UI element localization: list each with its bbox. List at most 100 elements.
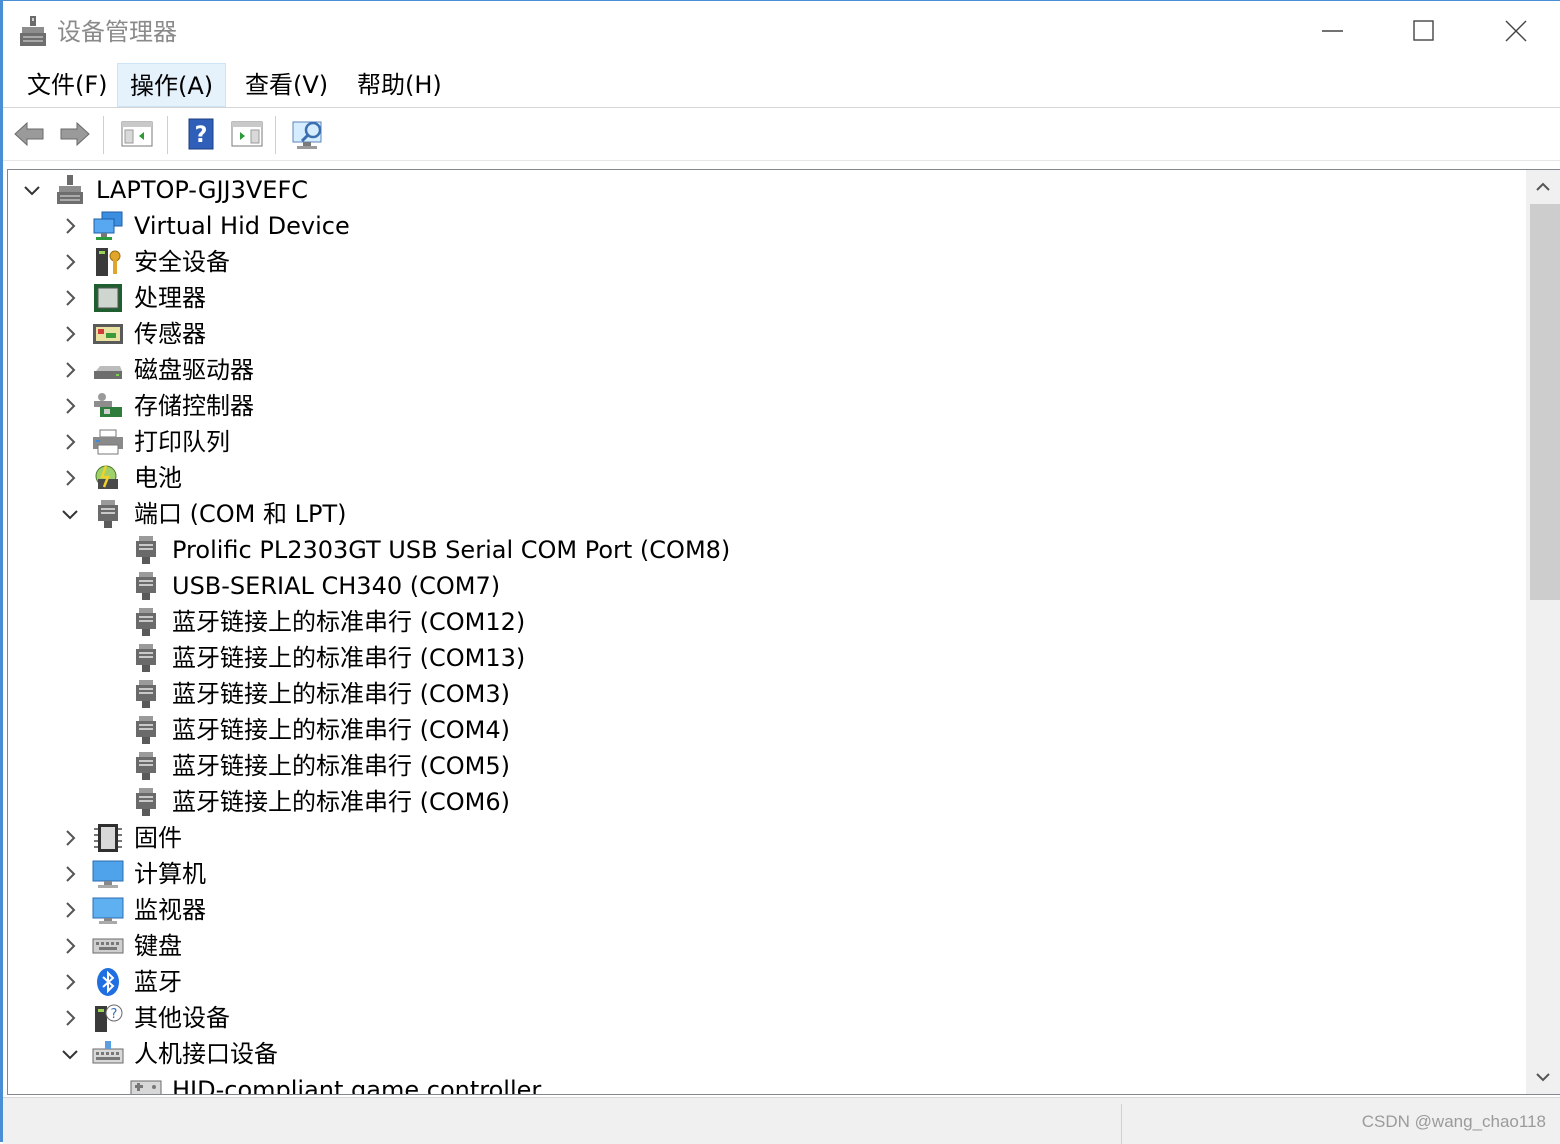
scrollbar-thumb[interactable]	[1530, 204, 1560, 600]
tree-item-print-queues[interactable]: 打印队列	[8, 424, 1508, 460]
maximize-icon[interactable]	[1395, 11, 1455, 51]
tree-item-label: Prolific PL2303GT USB Serial COM Port (C…	[172, 536, 731, 564]
show-hide-console-tree-icon[interactable]	[119, 116, 155, 152]
computer-monitor-icon	[92, 860, 124, 888]
back-icon[interactable]	[11, 116, 47, 152]
toolbar: ?	[3, 108, 1560, 161]
printer-icon	[93, 429, 123, 455]
action-pane-icon[interactable]	[229, 116, 265, 152]
chevron-right-icon[interactable]	[58, 358, 82, 382]
tree-item-keyboards[interactable]: 键盘	[8, 928, 1508, 964]
tree-item-label: 蓝牙链接上的标准串行 (COM3)	[172, 680, 510, 708]
forward-icon[interactable]	[57, 116, 93, 152]
tree-item-firmware[interactable]: 固件	[8, 820, 1508, 856]
tree-item-label: 磁盘驱动器	[134, 356, 254, 384]
tree-item-label: 蓝牙链接上的标准串行 (COM5)	[172, 752, 510, 780]
tree-item-label: 蓝牙链接上的标准串行 (COM6)	[172, 788, 510, 816]
tree-item-label: 蓝牙链接上的标准串行 (COM13)	[172, 644, 526, 672]
port-icon	[136, 680, 156, 708]
tree-item-other-devices[interactable]: ? 其他设备	[8, 1000, 1508, 1036]
tree-item-port-com12[interactable]: 蓝牙链接上的标准串行 (COM12)	[8, 604, 1508, 640]
window-title: 设备管理器	[57, 18, 177, 46]
tree-item-monitors[interactable]: 监视器	[8, 892, 1508, 928]
chevron-right-icon[interactable]	[58, 466, 82, 490]
menu-action[interactable]: 操作(A)	[117, 63, 227, 107]
tree-item-processors[interactable]: 处理器	[8, 280, 1508, 316]
status-divider	[1121, 1104, 1122, 1144]
chevron-right-icon[interactable]	[58, 826, 82, 850]
tree-item-bluetooth[interactable]: 蓝牙	[8, 964, 1508, 1000]
tree-item-game-controller[interactable]: HID-compliant game controller	[8, 1072, 1508, 1094]
tree-item-label: Virtual Hid Device	[134, 212, 350, 240]
processor-chip-icon	[94, 284, 122, 312]
computer-tower-icon	[57, 175, 83, 204]
tree-item-port-com13[interactable]: 蓝牙链接上的标准串行 (COM13)	[8, 640, 1508, 676]
port-icon	[136, 608, 156, 636]
toolbar-separator	[275, 116, 276, 154]
chevron-down-icon[interactable]	[58, 502, 82, 526]
tree-item-hid[interactable]: 人机接口设备	[8, 1036, 1508, 1072]
tree-item-label: 端口 (COM 和 LPT)	[134, 500, 347, 528]
port-icon	[136, 644, 156, 672]
tree-item-label: 传感器	[134, 320, 206, 348]
vertical-scrollbar[interactable]	[1526, 170, 1560, 1094]
chevron-right-icon[interactable]	[58, 286, 82, 310]
chevron-right-icon[interactable]	[58, 214, 82, 238]
status-bar: CSDN @wang_chao118	[3, 1097, 1560, 1144]
tree-item-virtual-hid[interactable]: Virtual Hid Device	[8, 208, 1508, 244]
chevron-right-icon[interactable]	[58, 898, 82, 922]
tree-item-label: 蓝牙链接上的标准串行 (COM4)	[172, 716, 510, 744]
scroll-down-icon[interactable]	[1526, 1060, 1560, 1094]
tree-item-batteries[interactable]: 电池	[8, 460, 1508, 496]
chevron-right-icon[interactable]	[58, 394, 82, 418]
tree-item-label: 打印队列	[134, 428, 230, 456]
watermark-text: CSDN @wang_chao118	[1361, 1112, 1546, 1131]
tree-item-port-com4[interactable]: 蓝牙链接上的标准串行 (COM4)	[8, 712, 1508, 748]
tree-item-label: 监视器	[134, 896, 206, 924]
chevron-right-icon[interactable]	[58, 250, 82, 274]
toolbar-separator	[103, 116, 104, 154]
tree-item-disk-drives[interactable]: 磁盘驱动器	[8, 352, 1508, 388]
monitor-icon	[92, 897, 124, 924]
tree-item-port-com8[interactable]: Prolific PL2303GT USB Serial COM Port (C…	[8, 532, 1508, 568]
tree-item-sensors[interactable]: 传感器	[8, 316, 1508, 352]
hid-keyboard-icon	[92, 1041, 124, 1064]
chevron-right-icon[interactable]	[58, 934, 82, 958]
chevron-right-icon[interactable]	[58, 1006, 82, 1030]
menu-view[interactable]: 查看(V)	[233, 63, 340, 107]
tree-item-port-com3[interactable]: 蓝牙链接上的标准串行 (COM3)	[8, 676, 1508, 712]
tree-item-ports[interactable]: 端口 (COM 和 LPT)	[8, 496, 1508, 532]
chevron-right-icon[interactable]	[58, 970, 82, 994]
scroll-up-icon[interactable]	[1526, 170, 1560, 204]
tree-item-label: 其他设备	[134, 1004, 230, 1032]
tree-item-label: 处理器	[134, 284, 206, 312]
menu-bar: 文件(F) 操作(A) 查看(V) 帮助(H)	[3, 63, 1560, 108]
tree-item-security-devices[interactable]: 安全设备	[8, 244, 1508, 280]
chevron-right-icon[interactable]	[58, 322, 82, 346]
sensor-icon	[93, 324, 123, 344]
close-icon[interactable]	[1487, 11, 1547, 51]
chevron-right-icon[interactable]	[58, 430, 82, 454]
tree-item-port-com7[interactable]: USB-SERIAL CH340 (COM7)	[8, 568, 1508, 604]
tree-item-label: USB-SERIAL CH340 (COM7)	[172, 572, 501, 600]
tree-item-computer[interactable]: 计算机	[8, 856, 1508, 892]
scan-hardware-icon[interactable]	[291, 116, 327, 152]
minimize-icon[interactable]	[1303, 11, 1363, 51]
menu-file[interactable]: 文件(F)	[15, 63, 120, 107]
tree-item-port-com5[interactable]: 蓝牙链接上的标准串行 (COM5)	[8, 748, 1508, 784]
chevron-down-icon[interactable]	[58, 1042, 82, 1066]
chevron-down-icon[interactable]	[20, 178, 44, 202]
battery-icon	[95, 465, 118, 489]
game-controller-icon	[130, 1080, 162, 1094]
tree-item-storage-controllers[interactable]: 存储控制器	[8, 388, 1508, 424]
toolbar-separator	[167, 116, 168, 154]
tree-item-port-com6[interactable]: 蓝牙链接上的标准串行 (COM6)	[8, 784, 1508, 820]
port-icon	[136, 716, 156, 744]
tree-root[interactable]: LAPTOP-GJJ3VEFC	[8, 172, 1508, 208]
help-icon[interactable]: ?	[183, 116, 219, 152]
keyboard-icon	[92, 938, 124, 954]
tree-item-label: 存储控制器	[134, 392, 254, 420]
port-icon	[136, 536, 156, 564]
menu-help[interactable]: 帮助(H)	[345, 63, 454, 107]
chevron-right-icon[interactable]	[58, 862, 82, 886]
